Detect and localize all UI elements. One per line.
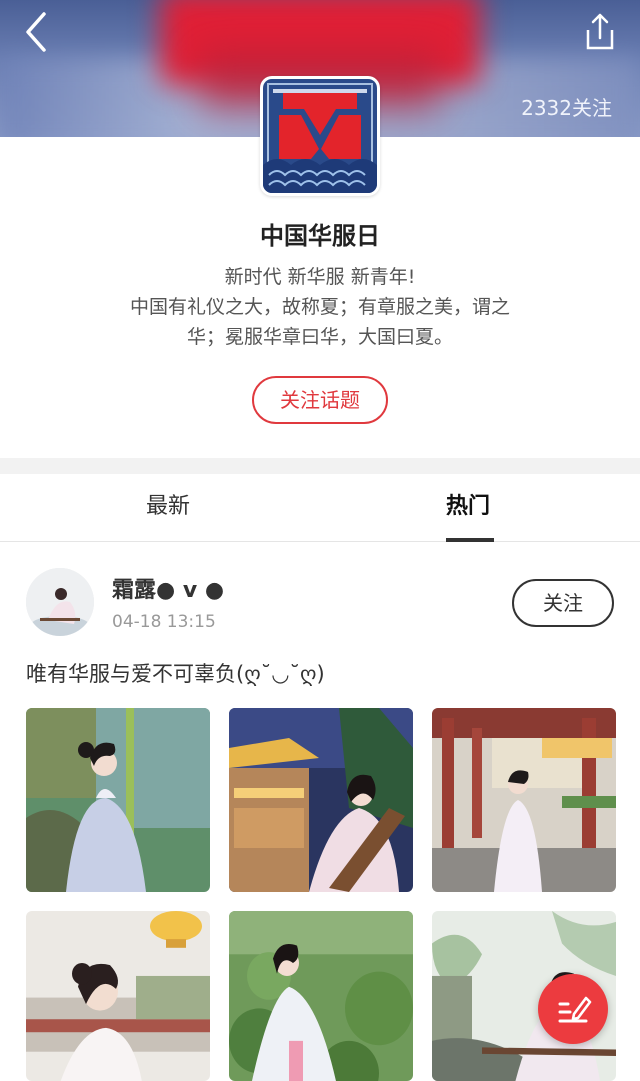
post-photo[interactable] [26,708,210,892]
photo-image [432,708,616,892]
follow-user-button[interactable]: 关注 [512,579,614,627]
post-photo[interactable] [229,911,413,1081]
topic-desc-line: 华；冕服华章曰华，大国曰夏。 [186,326,453,348]
user-avatar[interactable] [26,568,94,636]
follow-count: 2332关注 [521,96,612,120]
topic-title: 中国华服日 [260,222,380,250]
hanfu-day-logo [263,79,377,193]
photo-image [229,911,413,1081]
active-tab-indicator [446,538,494,542]
photo-image [26,708,210,892]
follow-topic-button[interactable]: 关注话题 [252,376,388,424]
user-name[interactable]: 霜露● v ● [112,572,224,604]
compose-icon [558,996,592,1023]
tab-hot[interactable]: 热门 [446,474,490,542]
share-button[interactable] [578,10,622,54]
compose-button[interactable] [538,974,608,1044]
share-icon [586,13,614,50]
post-photo[interactable] [432,708,616,892]
chevron-left-icon [26,12,46,52]
section-divider [0,458,640,474]
photo-image [229,708,413,892]
topic-logo [260,76,380,196]
feed-tabs: 最新 热门 [0,474,640,542]
avatar-image [26,568,94,636]
topic-description: 新时代 新华服 新青年! 中国有礼仪之大，故称夏；有章服之美，谓之 华；冕服华章… [100,262,540,352]
post-text: 唯有华服与爱不可辜负(ღ˘◡˘ღ) [26,662,325,686]
photo-image [26,911,210,1081]
post-photo[interactable] [26,911,210,1081]
tab-latest[interactable]: 最新 [146,474,190,542]
topic-desc-line: 新时代 新华服 新青年! [224,266,416,288]
post-photo[interactable] [229,708,413,892]
post-timestamp: 04-18 13:15 [112,612,216,632]
back-button[interactable] [18,8,62,56]
topic-desc-line: 中国有礼仪之大，故称夏；有章服之美，谓之 [129,296,510,318]
